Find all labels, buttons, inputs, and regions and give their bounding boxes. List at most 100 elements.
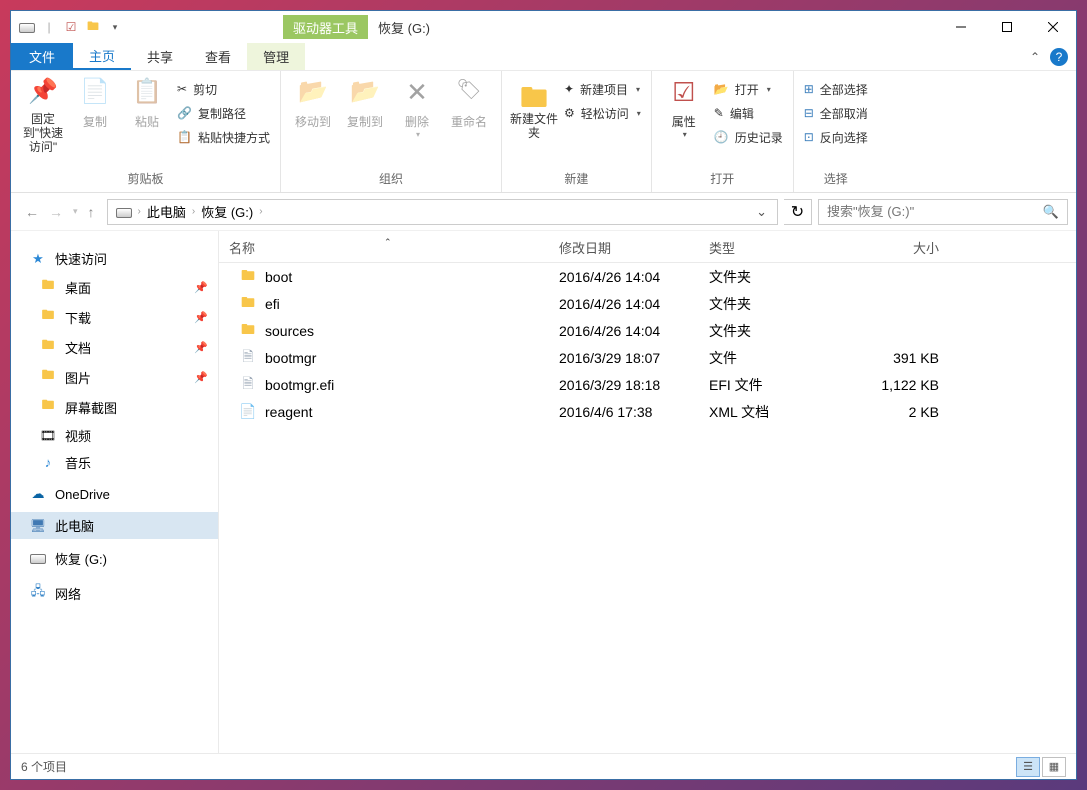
crumb-sep-icon[interactable]: › [259, 206, 262, 217]
nav-screenshots[interactable]: 🖿屏幕截图 [11, 392, 218, 422]
new-item-button[interactable]: ✦新建项目▾ [560, 77, 645, 101]
delete-button[interactable]: ✕删除▾ [391, 73, 443, 143]
history-button[interactable]: 🕘历史记录 [710, 125, 787, 149]
copy-path-button[interactable]: 🔗复制路径 [173, 101, 274, 125]
invert-selection-button[interactable]: ⊡反向选择 [800, 125, 872, 149]
select-all-button[interactable]: ⊞全部选择 [800, 77, 872, 101]
nav-desktop[interactable]: 🖿桌面📌 [11, 272, 218, 302]
maximize-button[interactable] [984, 11, 1030, 43]
music-icon: ♪ [39, 455, 57, 470]
nav-network[interactable]: 🖧网络 [11, 578, 218, 608]
col-header-size[interactable]: 大小 [849, 238, 949, 257]
paste-label: 粘贴 [135, 113, 159, 130]
copy-label: 复制 [83, 113, 107, 130]
file-row[interactable]: 🖿sources2016/4/26 14:04文件夹 [219, 317, 1076, 344]
select-none-button[interactable]: ⊟全部取消 [800, 101, 872, 125]
folder-icon: 🖿 [39, 306, 57, 328]
nav-recovery-drive[interactable]: 恢复 (G:) [11, 545, 218, 572]
file-name: sources [265, 323, 314, 339]
qat-separator: | [39, 17, 59, 37]
file-row[interactable]: 🖿efi2016/4/26 14:04文件夹 [219, 290, 1076, 317]
file-date: 2016/4/26 14:04 [549, 269, 699, 285]
col-header-type[interactable]: 类型 [699, 238, 849, 257]
help-icon[interactable]: ? [1050, 48, 1068, 66]
navbar: ← → ▾ ↑ › 此电脑 › 恢复 (G:) › ⌄ ↻ 🔍 [11, 193, 1076, 231]
paste-shortcut-button[interactable]: 📋粘贴快捷方式 [173, 125, 274, 149]
nav-videos[interactable]: 🎞视频 [11, 422, 218, 449]
recent-dropdown[interactable]: ▾ [73, 206, 78, 217]
file-size: 1,122 KB [849, 377, 949, 393]
folder-icon: 🖿 [239, 265, 257, 289]
file-date: 2016/3/29 18:18 [549, 377, 699, 393]
paste-button[interactable]: 📋 粘贴 [121, 73, 173, 134]
forward-button[interactable]: → [49, 204, 63, 220]
search-icon[interactable]: 🔍 [1043, 204, 1059, 220]
back-button[interactable]: ← [25, 204, 39, 220]
folder-icon[interactable]: 🖿 [83, 17, 103, 37]
copy-to-button[interactable]: 📂复制到 [339, 73, 391, 134]
nav-onedrive[interactable]: ☁OneDrive [11, 482, 218, 506]
minimize-button[interactable] [938, 11, 984, 43]
nav-downloads[interactable]: 🖿下载📌 [11, 302, 218, 332]
nav-this-pc[interactable]: 🖥此电脑 [11, 512, 218, 539]
copy-button[interactable]: 📄 复制 [69, 73, 121, 134]
file-row[interactable]: 🗎bootmgr.efi2016/3/29 18:18EFI 文件1,122 K… [219, 371, 1076, 398]
tab-file[interactable]: 文件 [11, 43, 73, 70]
properties-button[interactable]: ☑属性▾ [658, 73, 710, 143]
window-title: 恢复 (G:) [368, 18, 430, 37]
star-icon: ★ [29, 251, 47, 267]
ribbon-group-clipboard: 📌 固定到"快速访问" 📄 复制 📋 粘贴 ✂剪切 🔗复制路径 📋粘贴快捷方式 [11, 71, 281, 192]
pin-to-quick-access-button[interactable]: 📌 固定到"快速访问" [17, 73, 69, 158]
ribbon-group-select: ⊞全部选择 ⊟全部取消 ⊡反向选择 选择 [794, 71, 878, 192]
move-to-button[interactable]: 📂移动到 [287, 73, 339, 134]
new-folder-button[interactable]: 🖿新建文件夹 [508, 73, 560, 145]
properties-icon[interactable]: ☑ [61, 17, 81, 37]
crumb-this-pc[interactable]: 此电脑 [141, 202, 192, 221]
nav-arrows: ← → ▾ ↑ [19, 204, 101, 220]
close-button[interactable] [1030, 11, 1076, 43]
titlebar: | ☑ 🖿 ▾ 驱动器工具 恢复 (G:) [11, 11, 1076, 43]
address-dropdown[interactable]: ⌄ [748, 204, 775, 220]
cut-button[interactable]: ✂剪切 [173, 77, 274, 101]
search-box[interactable]: 🔍 [818, 199, 1068, 225]
view-icons-button[interactable]: ▦ [1042, 757, 1066, 777]
crumb-current[interactable]: 恢复 (G:) [195, 202, 259, 221]
file-row[interactable]: 📄reagent2016/4/6 17:38XML 文档2 KB [219, 398, 1076, 425]
video-icon: 🎞 [39, 428, 57, 444]
collapse-ribbon-icon[interactable]: ⌃ [1030, 50, 1040, 64]
nav-quick-access[interactable]: ★快速访问 [11, 245, 218, 272]
file-name: reagent [265, 404, 312, 420]
tab-manage[interactable]: 管理 [247, 43, 305, 70]
file-row[interactable]: 🖿boot2016/4/26 14:04文件夹 [219, 263, 1076, 290]
easy-access-button[interactable]: ⚙轻松访问▾ [560, 101, 645, 125]
file-row[interactable]: 🗎bootmgr2016/3/29 18:07文件391 KB [219, 344, 1076, 371]
col-header-name[interactable]: ⌃名称 [219, 238, 549, 257]
address-bar[interactable]: › 此电脑 › 恢复 (G:) › ⌄ [107, 199, 778, 225]
view-details-button[interactable]: ☰ [1016, 757, 1040, 777]
delete-icon: ✕ [401, 77, 433, 109]
nav-music[interactable]: ♪音乐 [11, 449, 218, 476]
qat-dropdown[interactable]: ▾ [105, 17, 125, 37]
edit-button[interactable]: ✎编辑 [710, 101, 787, 125]
navigation-pane: ★快速访问 🖿桌面📌 🖿下载📌 🖿文档📌 🖿图片📌 🖿屏幕截图 🎞视频 ♪音乐 … [11, 231, 219, 753]
copy-to-icon: 📂 [349, 77, 381, 109]
folder-icon: 🖿 [239, 319, 257, 343]
pin-label: 固定到"快速访问" [19, 113, 67, 154]
folder-icon: 🖿 [39, 366, 57, 388]
refresh-button[interactable]: ↻ [784, 199, 812, 225]
tab-home[interactable]: 主页 [73, 43, 131, 70]
tab-view[interactable]: 查看 [189, 43, 247, 70]
nav-pictures[interactable]: 🖿图片📌 [11, 362, 218, 392]
up-button[interactable]: ↑ [88, 204, 95, 220]
file-name: bootmgr [265, 350, 316, 366]
search-input[interactable] [827, 204, 1043, 219]
open-button[interactable]: 📂打开▾ [710, 77, 787, 101]
content-area: ⌃名称 修改日期 类型 大小 🖿boot2016/4/26 14:04文件夹🖿e… [219, 231, 1076, 753]
tab-share[interactable]: 共享 [131, 43, 189, 70]
move-to-icon: 📂 [297, 77, 329, 109]
col-header-date[interactable]: 修改日期 [549, 238, 699, 257]
crumb-drive-icon[interactable] [110, 207, 138, 217]
pin-icon: 📌 [194, 311, 208, 324]
rename-button[interactable]: 🏷重命名 [443, 73, 495, 134]
nav-documents[interactable]: 🖿文档📌 [11, 332, 218, 362]
